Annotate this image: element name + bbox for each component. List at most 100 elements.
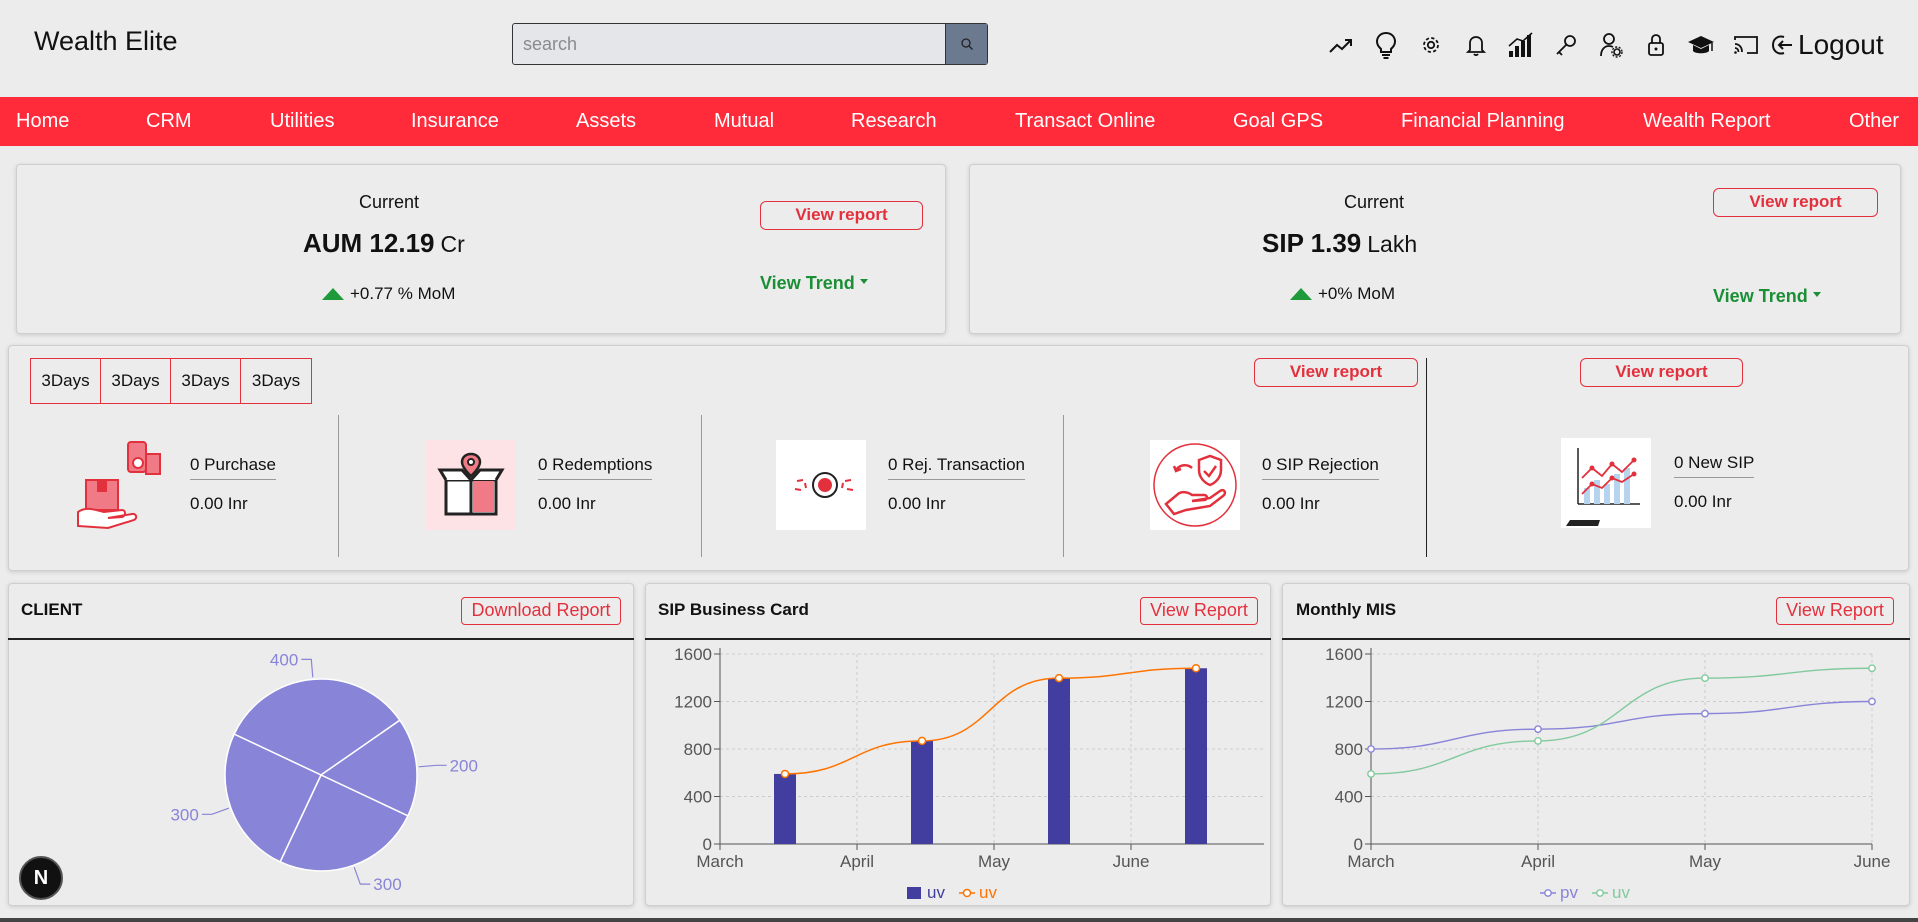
y-tick-label: 1600 xyxy=(1325,645,1363,664)
legend-swatch xyxy=(1596,889,1604,897)
legend-label: pv xyxy=(1560,883,1578,902)
aum-view-report-button[interactable]: View report xyxy=(760,201,923,230)
sip-view-trend-dropdown[interactable]: View Trend xyxy=(1713,286,1821,307)
aum-mom-text: +0.77 % MoM xyxy=(350,284,456,303)
sip-mom-text: +0% MoM xyxy=(1318,284,1395,303)
nav-goal-gps[interactable]: Goal GPS xyxy=(1233,97,1323,146)
cast-icon[interactable] xyxy=(1723,24,1768,66)
mis-series-point xyxy=(1367,745,1375,753)
rej-transaction-label[interactable]: 0 Rej. Transaction xyxy=(888,455,1026,480)
purchase-label[interactable]: 0 Purchase xyxy=(190,455,276,480)
search-input[interactable] xyxy=(513,24,945,64)
lock-icon[interactable] xyxy=(1633,24,1678,66)
x-tick-label: May xyxy=(978,852,1011,871)
nav-wealth-report[interactable]: Wealth Report xyxy=(1643,97,1770,146)
legend-swatch xyxy=(907,887,921,899)
gear-icon[interactable] xyxy=(1408,24,1453,66)
nav-insurance[interactable]: Insurance xyxy=(411,97,499,146)
trend-up-icon[interactable] xyxy=(1318,24,1363,66)
nav-assets[interactable]: Assets xyxy=(576,97,636,146)
nav-other[interactable]: Other xyxy=(1849,97,1899,146)
pie-label-line xyxy=(201,807,229,815)
search-icon xyxy=(960,38,973,50)
new-sip-label[interactable]: 0 New SIP xyxy=(1674,453,1755,478)
days-filter-tabs: 3Days 3Days 3Days 3Days xyxy=(30,358,312,404)
sip-view-report-link[interactable]: View Report xyxy=(1140,597,1258,625)
download-report-button[interactable]: Download Report xyxy=(461,597,621,625)
sip-value-number: SIP 1.39 xyxy=(1262,228,1362,258)
divider xyxy=(701,415,702,557)
user-settings-icon[interactable] xyxy=(1588,24,1633,66)
divider xyxy=(1063,415,1064,557)
y-tick-label: 1200 xyxy=(674,693,712,712)
mis-series-point xyxy=(1534,725,1542,734)
sip-view-trend-label: View Trend xyxy=(1713,286,1808,306)
x-tick-label: May xyxy=(1689,852,1722,871)
nav-utilities[interactable]: Utilities xyxy=(270,97,334,146)
y-tick-label: 1600 xyxy=(674,645,712,664)
monthly-mis-chart: 040080012001600March April May Junepv uv xyxy=(1325,645,1890,902)
aum-view-trend-dropdown[interactable]: View Trend xyxy=(760,273,868,294)
legend-swatch xyxy=(1544,889,1552,897)
signal-bars-icon[interactable] xyxy=(1498,24,1543,66)
key-icon[interactable] xyxy=(1543,24,1588,66)
pie-label-line xyxy=(418,764,447,768)
sip-bar xyxy=(1185,668,1207,844)
top-bar: Wealth Elite search Logout xyxy=(0,0,1918,97)
days-tab[interactable]: 3Days xyxy=(101,359,171,403)
caret-down-icon xyxy=(1812,292,1821,297)
nav-mutual[interactable]: Mutual xyxy=(714,97,774,146)
client-panel-title: CLIENT xyxy=(21,600,83,619)
aum-unit: Cr xyxy=(440,231,465,257)
pie-label: 200 xyxy=(450,756,478,775)
aum-mom: +0.77 % MoM xyxy=(322,284,455,304)
sip-view-report-button[interactable]: View report xyxy=(1713,188,1878,217)
sip-card: Current SIP 1.39 Lakh +0% MoM View report… xyxy=(969,164,1901,334)
sip-bar xyxy=(911,740,933,844)
mis-view-report-link[interactable]: View Report xyxy=(1776,597,1894,625)
sip-business-panel-title: SIP Business Card xyxy=(658,600,809,619)
logout-button[interactable]: Logout xyxy=(1770,29,1884,61)
search-button[interactable] xyxy=(945,24,987,64)
nav-financial-planning[interactable]: Financial Planning xyxy=(1401,97,1564,146)
graduation-cap-icon[interactable] xyxy=(1678,24,1723,66)
search-box xyxy=(512,23,988,65)
mis-series-line xyxy=(1370,700,1873,750)
days-tab[interactable]: 3Days xyxy=(31,359,101,403)
nav-home[interactable]: Home xyxy=(16,97,69,146)
nav-crm[interactable]: CRM xyxy=(146,97,192,146)
x-tick-label: April xyxy=(840,852,874,871)
days-tab[interactable]: 3Days xyxy=(171,359,241,403)
nav-research[interactable]: Research xyxy=(851,97,937,146)
sip-value: SIP 1.39 Lakh xyxy=(1262,228,1417,259)
purchase-icon xyxy=(72,440,162,530)
rej-transaction-amount: 0.00 Inr xyxy=(888,494,946,513)
pie-label-line xyxy=(301,658,314,678)
new-sip-view-report-button[interactable]: View report xyxy=(1580,358,1743,387)
mis-series-point xyxy=(1701,674,1709,683)
sip-business-chart: 040080012001600March April May Juneuv uv xyxy=(674,645,1264,902)
arrow-up-icon xyxy=(1290,288,1312,300)
transactions-view-report-button[interactable]: View report xyxy=(1254,358,1418,387)
logout-icon xyxy=(1771,35,1792,55)
sip-mom: +0% MoM xyxy=(1290,284,1395,304)
days-tab[interactable]: 3Days xyxy=(241,359,311,403)
aum-view-trend-label: View Trend xyxy=(760,273,855,293)
new-sip-amount: 0.00 Inr xyxy=(1674,492,1732,511)
x-tick-label: March xyxy=(696,852,743,871)
bulb-icon[interactable] xyxy=(1363,24,1408,66)
bell-icon[interactable] xyxy=(1453,24,1498,66)
redemptions-label[interactable]: 0 Redemptions xyxy=(538,455,653,480)
pie-label: 400 xyxy=(270,650,298,669)
mis-series-point xyxy=(1701,709,1709,718)
nav-transact-online[interactable]: Transact Online xyxy=(1015,97,1155,146)
framework-badge[interactable]: N xyxy=(19,856,63,900)
aum-value-number: AUM 12.19 xyxy=(303,228,435,258)
mis-series-point xyxy=(1534,737,1542,745)
caret-down-icon xyxy=(859,279,868,284)
redemptions-amount: 0.00 Inr xyxy=(538,494,596,513)
x-tick-label: June xyxy=(1113,852,1150,871)
x-tick-label: March xyxy=(1347,852,1394,871)
sip-line-point xyxy=(1054,673,1064,683)
sip-rejection-label[interactable]: 0 SIP Rejection xyxy=(1262,455,1379,480)
